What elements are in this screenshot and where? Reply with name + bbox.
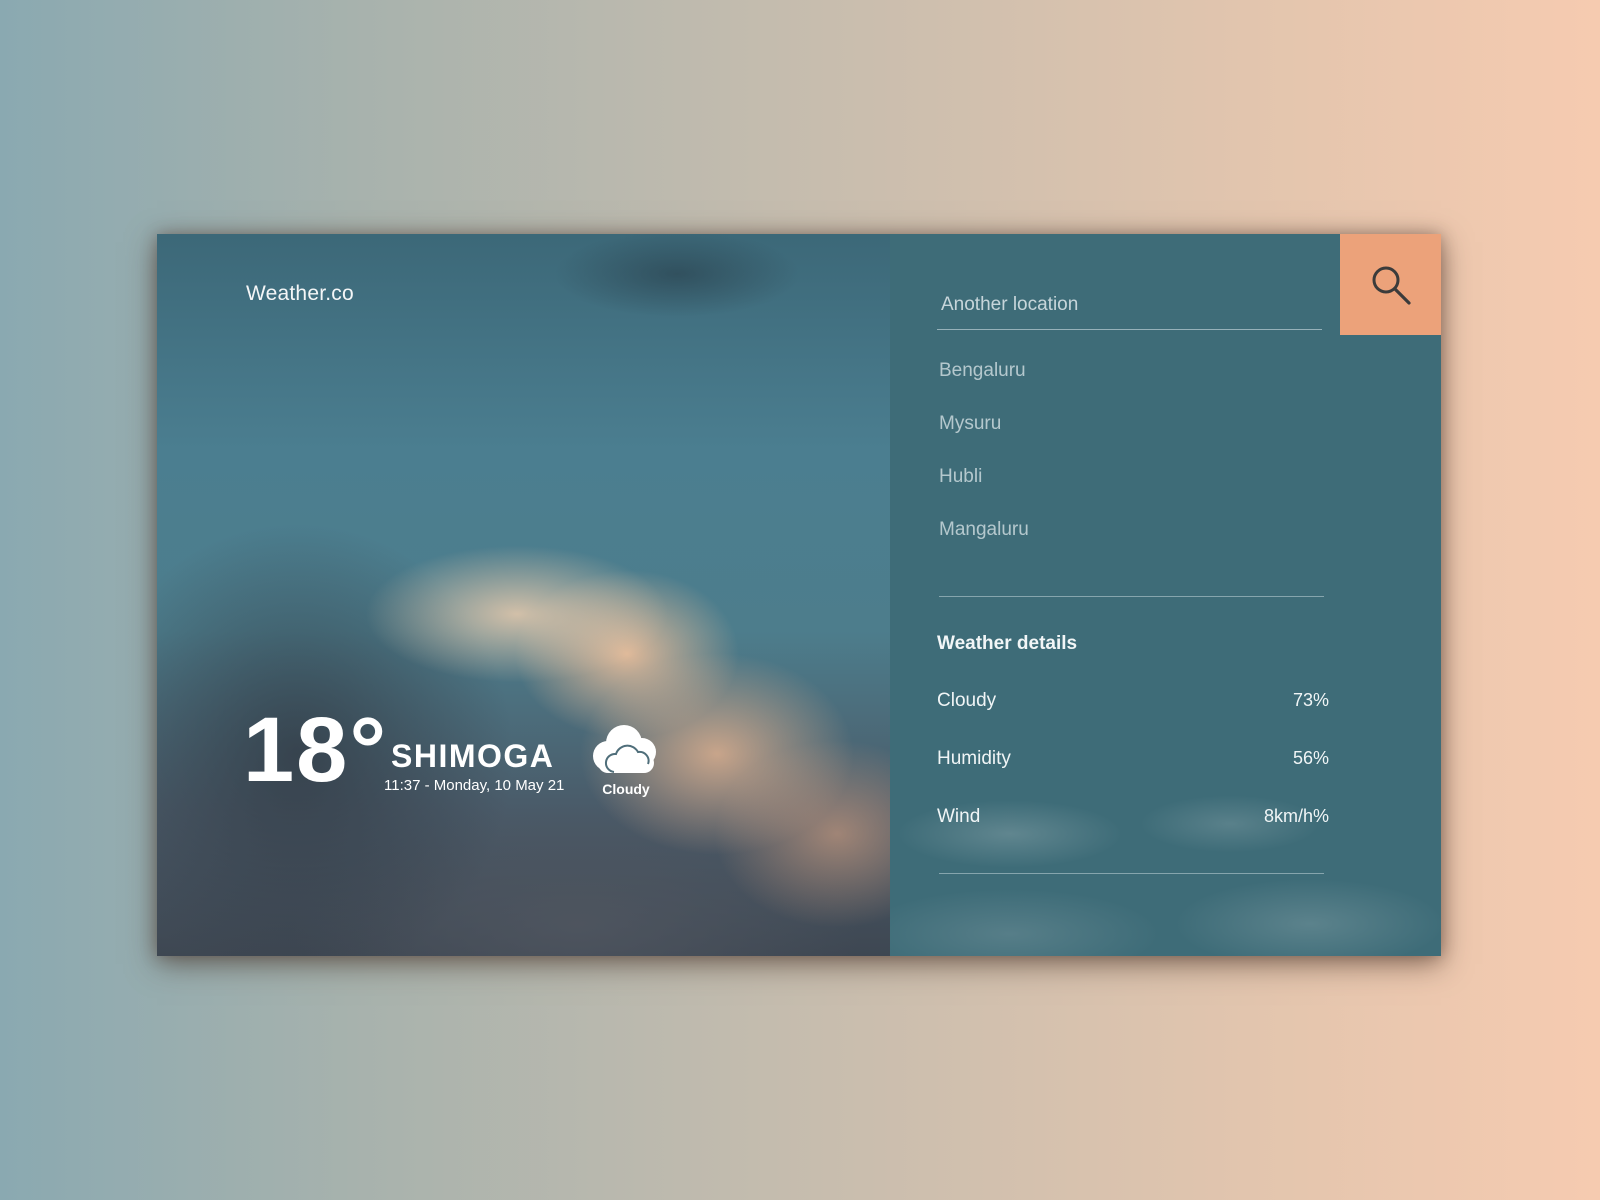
weather-hero: Weather.co 18° SHIMOGA 11:37 - Monday, 1…	[157, 234, 890, 956]
detail-row-cloudy: Cloudy 73%	[937, 690, 1329, 748]
detail-label: Wind	[937, 806, 981, 827]
temperature: 18°	[243, 699, 389, 801]
detail-value: 73%	[1292, 690, 1329, 710]
detail-value: 56%	[1292, 748, 1329, 768]
search-button[interactable]	[1340, 234, 1441, 335]
location-item-mangaluru[interactable]: Mangaluru	[937, 515, 1327, 568]
detail-row-humidity: Humidity 56%	[937, 748, 1329, 806]
location-item-hubli[interactable]: Hubli	[937, 462, 1327, 515]
details-title: Weather details	[937, 633, 1078, 654]
date-time: 11:37 - Monday, 10 May 21	[384, 777, 565, 794]
detail-row-wind: Wind 8km/h%	[937, 806, 1329, 864]
brand-logo[interactable]: Weather.co	[246, 282, 354, 306]
location-list: Bengaluru Mysuru Hubli Mangaluru	[937, 356, 1327, 568]
detail-value: 8km/h%	[1263, 806, 1329, 826]
location-item-bengaluru[interactable]: Bengaluru	[937, 356, 1327, 409]
divider	[939, 873, 1324, 874]
location-item-mysuru[interactable]: Mysuru	[937, 409, 1327, 462]
weather-card: Weather.co 18° SHIMOGA 11:37 - Monday, 1…	[157, 234, 1441, 956]
condition-label: Cloudy	[602, 781, 650, 797]
cloud-icon	[593, 725, 656, 773]
detail-label: Cloudy	[937, 690, 997, 711]
detail-label: Humidity	[937, 748, 1011, 769]
search-icon	[1372, 266, 1411, 305]
divider	[939, 596, 1324, 597]
condition-block: Cloudy	[586, 722, 666, 797]
side-panel: Bengaluru Mysuru Hubli Mangaluru Weather…	[890, 234, 1441, 956]
search-input[interactable]	[937, 280, 1322, 330]
city-name: SHIMOGA	[391, 738, 555, 774]
details-list: Cloudy 73% Humidity 56% Wind 8km/h%	[937, 690, 1329, 864]
